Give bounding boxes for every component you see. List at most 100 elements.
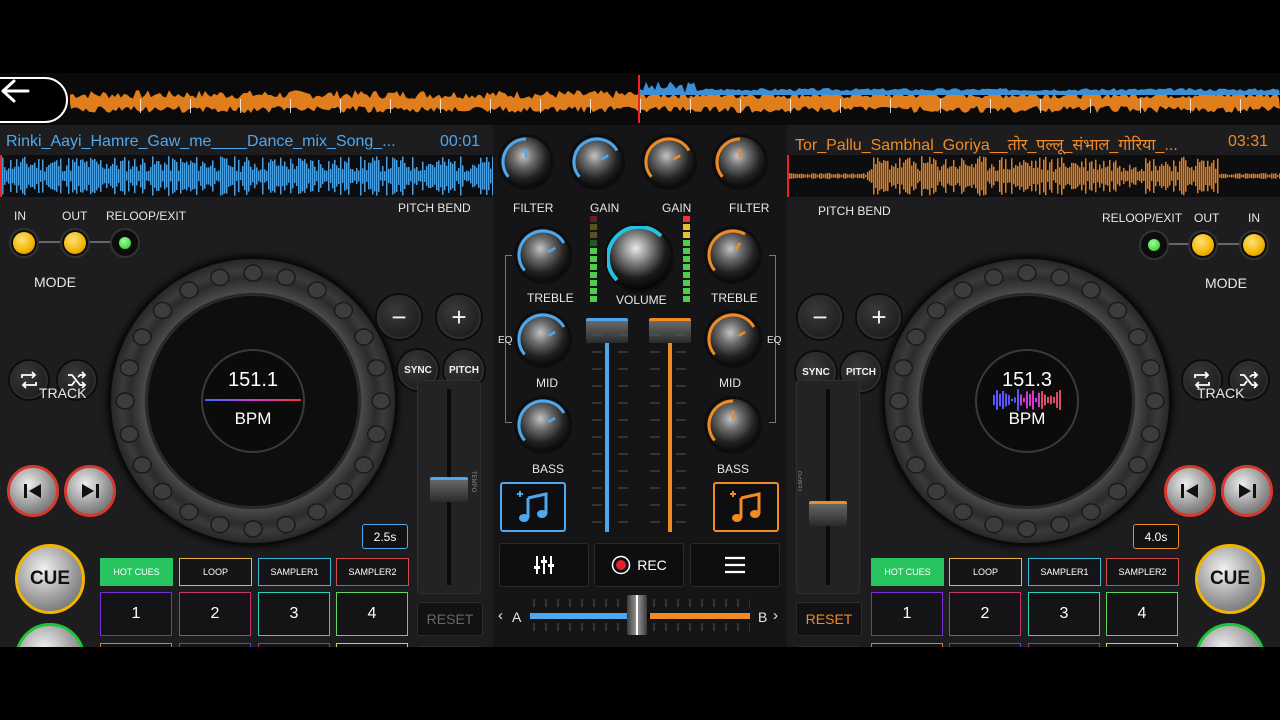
vu-segment (683, 216, 690, 222)
deck-b-pitch-bend-plus-button[interactable]: + (857, 295, 901, 339)
deck-b-loop-out-button[interactable] (1188, 230, 1218, 260)
deck-b-bpm-display: 151.3 BPM (975, 349, 1079, 453)
deck-a-reset-button[interactable]: RESET (417, 602, 483, 636)
deck-a-play-button[interactable] (15, 623, 85, 647)
vu-segment (590, 288, 597, 294)
deck-b-pad-8[interactable]: 8 (1106, 643, 1178, 647)
crossfader-handle[interactable] (627, 595, 647, 635)
deck-a-fx-button[interactable]: FX (417, 646, 483, 647)
deck-a-loop-out-button[interactable] (60, 228, 90, 258)
add-track-b-button[interactable] (713, 482, 779, 532)
filter-b-knob[interactable] (715, 137, 765, 187)
eq-a-label: EQ (498, 335, 513, 346)
vu-meter-a (590, 216, 597, 302)
deck-a-waveform[interactable] (0, 155, 494, 197)
vu-meter-b (683, 216, 690, 302)
record-button[interactable]: REC (594, 543, 684, 587)
deck-a-tab-sampler2[interactable]: SAMPLER2 (336, 558, 409, 586)
treble-b-label: TREBLE (711, 291, 758, 305)
deck-a-tab-sampler1[interactable]: SAMPLER1 (258, 558, 331, 586)
deck-b-tab-loop[interactable]: LOOP (949, 558, 1022, 586)
record-label: REC (637, 557, 667, 573)
back-button[interactable] (0, 77, 68, 123)
deck-a-tab-hot-cues[interactable]: HOT CUES (100, 558, 173, 586)
add-track-a-button[interactable] (500, 482, 566, 532)
deck-b-fx-button[interactable]: FX (796, 646, 862, 647)
filter-b-label: FILTER (729, 201, 770, 215)
deck-b-tab-hot-cues[interactable]: HOT CUES (871, 558, 944, 586)
bass-b-knob-indicator (707, 399, 735, 442)
deck-b-cue-button[interactable]: CUE (1195, 544, 1265, 614)
deck-a-jog-wheel[interactable]: 151.1 BPM (108, 256, 398, 546)
deck-a-pad-7[interactable]: 7 (258, 643, 330, 647)
deck-b-pad-6[interactable]: 6 (949, 643, 1021, 647)
deck-b-pad-4[interactable]: 4 (1106, 592, 1178, 636)
deck-b-pad-5[interactable]: 5 (871, 643, 943, 647)
deck-b-tempo-handle[interactable] (809, 501, 847, 526)
deck-b-tempo-slot (826, 389, 830, 585)
deck-a-pad-5[interactable]: 5 (100, 643, 172, 647)
bass-a-knob[interactable] (517, 399, 569, 451)
deck-a-out-label: OUT (62, 209, 88, 223)
master-volume-knob[interactable] (607, 226, 671, 290)
deck-b-waveform[interactable] (787, 155, 1280, 197)
deck-a: Rinki_Aayi_Hamre_Gaw_me____Dance_mix_Son… (0, 125, 494, 647)
deck-b-pad-2[interactable]: 2 (949, 592, 1021, 636)
deck-a-tempo-fader[interactable]: TEMPO (417, 380, 481, 594)
gain-b-knob-indicator (644, 137, 691, 178)
deck-b-tab-sampler2[interactable]: SAMPLER2 (1106, 558, 1179, 586)
crossfader-handle-line (636, 595, 638, 635)
skip-previous-icon (1181, 484, 1198, 498)
menu-button[interactable] (690, 543, 780, 587)
deck-a-pad-4[interactable]: 4 (336, 592, 408, 636)
deck-a-cue-button[interactable]: CUE (15, 544, 85, 614)
deck-b-pad-1[interactable]: 1 (871, 592, 943, 636)
treble-b-knob[interactable] (707, 229, 759, 281)
bass-b-knob[interactable] (707, 399, 759, 451)
deck-a-prev-track-button[interactable] (7, 465, 59, 517)
overview-waveform[interactable] (0, 73, 1280, 125)
deck-b-pause-button[interactable] (1195, 623, 1265, 647)
treble-a-knob[interactable] (517, 229, 569, 281)
deck-a-pitch-bend-label: PITCH BEND (398, 201, 471, 215)
deck-b-tempo-fader[interactable]: TEMPO (796, 380, 860, 594)
treble-b-knob-indicator (707, 229, 746, 272)
deck-b-jog-wheel[interactable]: 151.3 BPM (882, 256, 1172, 546)
deck-a-tab-loop[interactable]: LOOP (179, 558, 252, 586)
deck-b-pad-7[interactable]: 7 (1028, 643, 1100, 647)
deck-a-pad-8[interactable]: 8 (336, 643, 408, 647)
deck-a-reloop-button[interactable] (110, 228, 140, 258)
gain-b-knob[interactable] (644, 137, 694, 187)
deck-a-pad-6[interactable]: 6 (179, 643, 251, 647)
mid-b-knob[interactable] (707, 313, 759, 365)
deck-a-pad-1[interactable]: 1 (100, 592, 172, 636)
deck-a-track-title: Rinki_Aayi_Hamre_Gaw_me____Dance_mix_Son… (6, 133, 396, 150)
deck-b-reset-button[interactable]: RESET (796, 602, 862, 636)
deck-a-pitch-bend-minus-button[interactable]: − (377, 295, 421, 339)
filter-a-knob[interactable] (501, 137, 551, 187)
vu-segment (590, 248, 597, 254)
mid-a-knob[interactable] (517, 313, 569, 365)
deck-b: Tor_Pallu_Sambhal_Goriya__तोर_पल्लू_संभा… (787, 125, 1280, 647)
deck-b-bpm-unit: BPM (1008, 409, 1046, 428)
deck-b-pad-3[interactable]: 3 (1028, 592, 1100, 636)
vu-segment (683, 280, 690, 286)
deck-a-loop-in-button[interactable] (9, 228, 39, 258)
bass-b-label: BASS (717, 462, 750, 476)
deck-b-tab-sampler1[interactable]: SAMPLER1 (1028, 558, 1101, 586)
treble-a-knob-indicator (517, 229, 566, 272)
deck-b-loop-in-button[interactable] (1239, 230, 1269, 260)
deck-a-pitch-bend-plus-button[interactable]: + (437, 295, 481, 339)
gain-a-knob[interactable] (572, 137, 622, 187)
equalizer-settings-button[interactable] (499, 543, 589, 587)
deck-a-tempo-handle[interactable] (430, 477, 468, 502)
deck-b-next-track-button[interactable] (1221, 465, 1273, 517)
deck-a-pad-3[interactable]: 3 (258, 592, 330, 636)
deck-a-sample-length[interactable]: 2.5s (362, 524, 408, 549)
deck-b-track-title: Tor_Pallu_Sambhal_Goriya__तोर_पल्लू_संभा… (795, 137, 1178, 154)
deck-b-pitch-bend-minus-button[interactable]: − (798, 295, 842, 339)
gain-a-knob-indicator (572, 137, 619, 178)
deck-b-sample-length[interactable]: 4.0s (1133, 524, 1179, 549)
deck-a-pad-2[interactable]: 2 (179, 592, 251, 636)
vu-segment (590, 240, 597, 246)
